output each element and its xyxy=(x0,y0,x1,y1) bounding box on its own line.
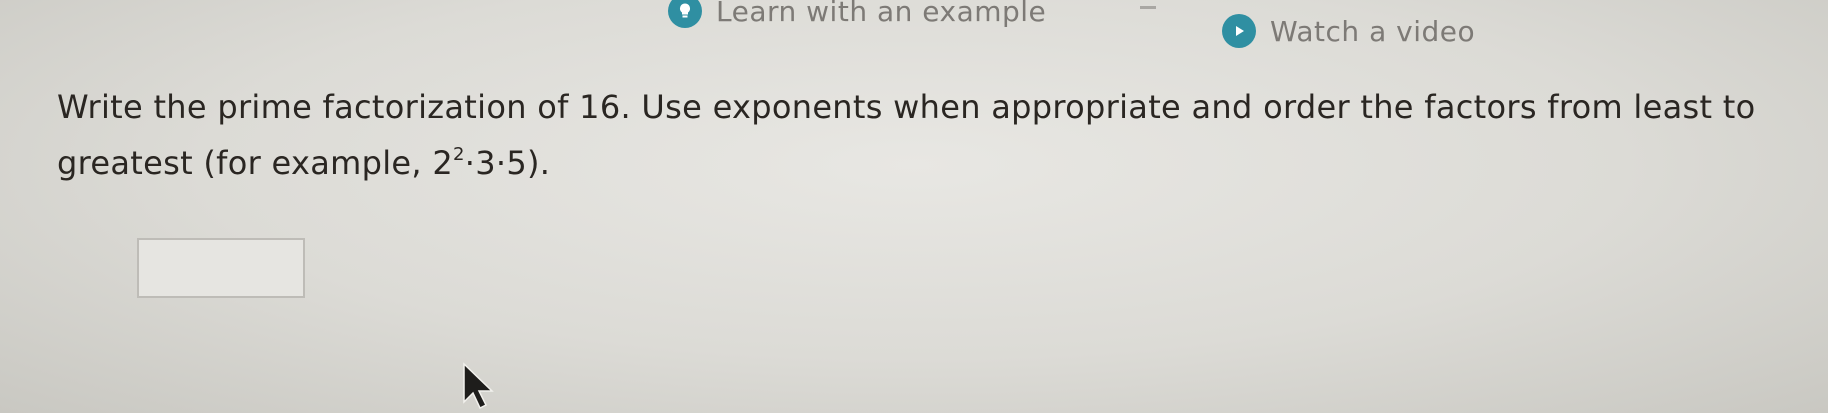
answer-input-box[interactable] xyxy=(137,238,305,298)
watch-video-link[interactable]: Watch a video xyxy=(1222,14,1475,48)
play-icon xyxy=(1222,14,1256,48)
link-separator xyxy=(1140,6,1156,9)
top-links: Learn with an example Watch a video xyxy=(0,0,1828,48)
example-base: 2 xyxy=(432,144,453,182)
lightbulb-icon xyxy=(668,0,702,28)
learn-with-example-link[interactable]: Learn with an example xyxy=(668,0,1046,28)
learn-with-example-label: Learn with an example xyxy=(716,0,1047,28)
question-prompt: Write the prime factorization of 16. Use… xyxy=(57,83,1797,187)
question-text: Write the prime factorization of 16. Use… xyxy=(57,88,1756,182)
mouse-pointer-icon xyxy=(463,362,494,410)
watch-video-label: Watch a video xyxy=(1270,14,1476,48)
example-exponent: 2 xyxy=(453,144,465,165)
example-rest: ·3·5). xyxy=(464,144,551,182)
